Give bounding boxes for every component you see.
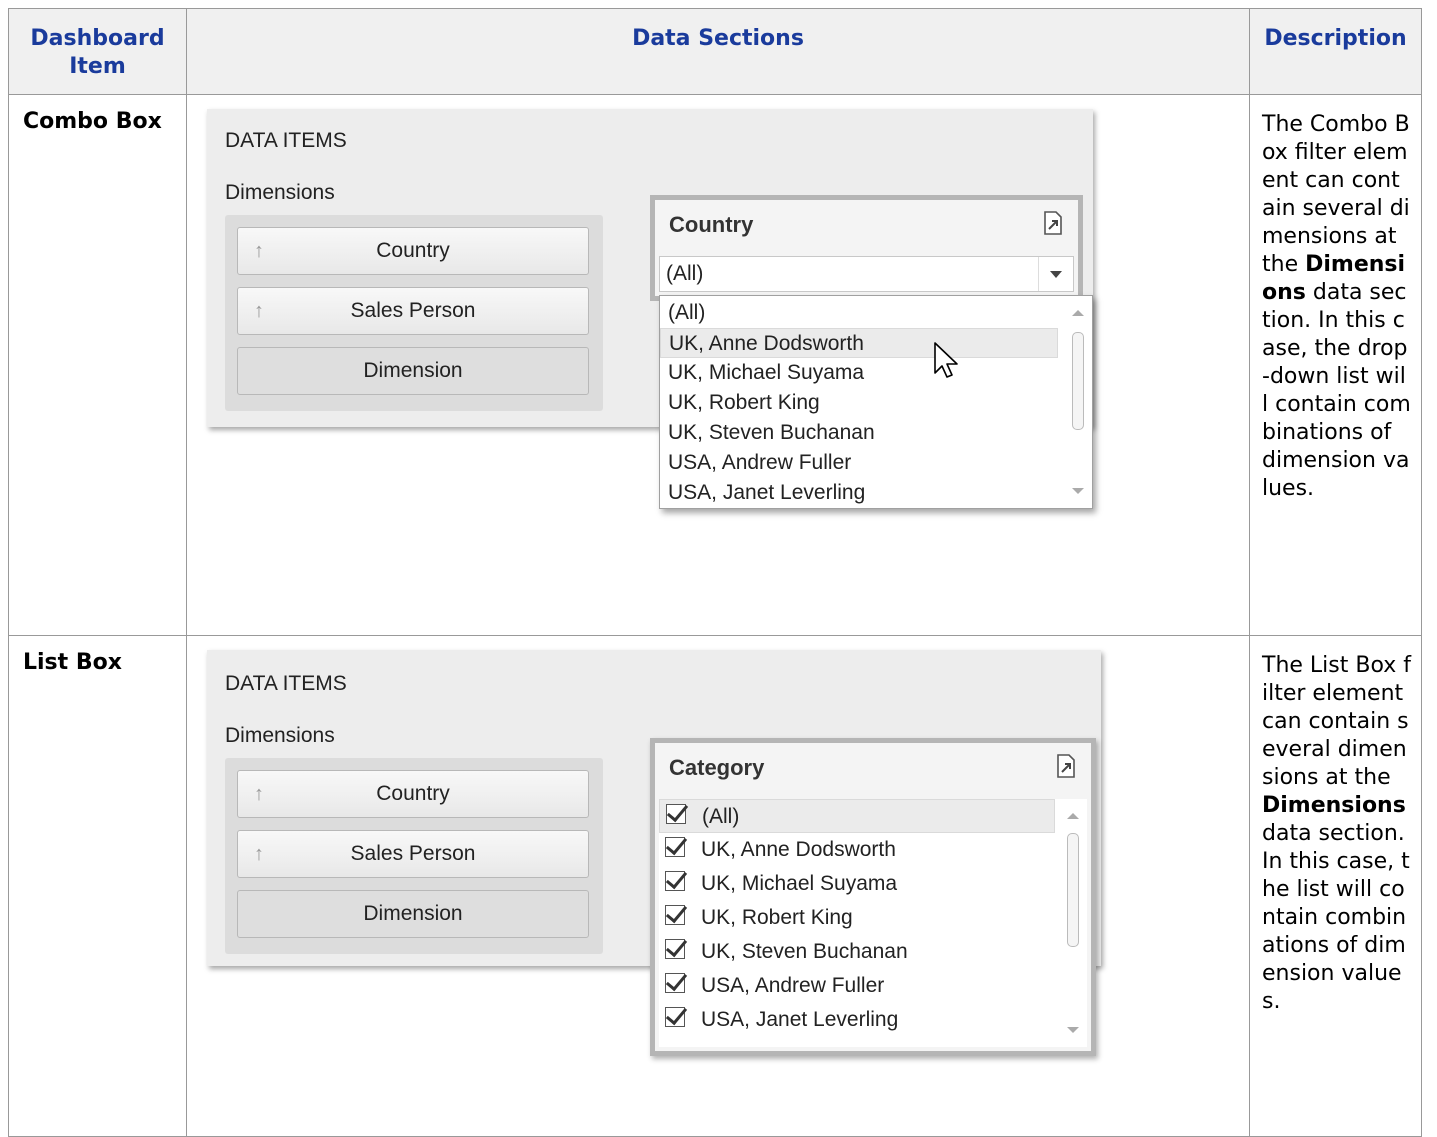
dropdown-item[interactable]: (All): [660, 298, 1060, 328]
list-item-label: UK, Michael Suyama: [701, 872, 898, 895]
filter-title: Category: [669, 755, 765, 780]
sort-ascending-icon[interactable]: ↑: [254, 771, 264, 817]
checkbox-checked-icon[interactable]: [665, 973, 685, 993]
dimension-placeholder-button[interactable]: Dimension: [237, 890, 589, 938]
list-item-checked[interactable]: UK, Steven Buchanan: [659, 935, 1055, 969]
scrollbar-thumb[interactable]: [1072, 332, 1084, 430]
description-text: data section. In this case, the list wil…: [1262, 821, 1410, 1014]
checkbox-checked-icon[interactable]: [665, 1007, 685, 1027]
list-item-label: UK, Robert King: [701, 906, 853, 929]
list-item-label: USA, Andrew Fuller: [701, 974, 885, 997]
dimension-label: Dimension: [363, 902, 463, 925]
combo-box-filter: Country (All): [650, 195, 1083, 301]
list-item-checked[interactable]: USA, Janet Leverling: [659, 1003, 1055, 1037]
description-cell: The List Box filter element can contain …: [1249, 635, 1422, 1137]
dimension-label: Dimension: [363, 359, 463, 382]
list-box-filter: Category (All) UK, Anne Dodsworth UK, Mi…: [650, 738, 1096, 1056]
item-name: Combo Box: [8, 94, 187, 636]
export-icon[interactable]: [1055, 753, 1077, 779]
scrollbar-thumb[interactable]: [1067, 833, 1079, 947]
dimension-label: Sales Person: [350, 299, 476, 322]
data-items-label: DATA ITEMS: [225, 672, 347, 695]
dimensions-label: Dimensions: [225, 724, 335, 747]
list-box-items: (All) UK, Anne Dodsworth UK, Michael Suy…: [659, 799, 1087, 1047]
dropdown-scrollbar[interactable]: [1064, 296, 1092, 508]
checkbox-checked-icon[interactable]: [665, 905, 685, 925]
dimensions-label: Dimensions: [225, 181, 335, 204]
dropdown-item[interactable]: USA, Janet Leverling: [660, 478, 1060, 508]
data-items-label: DATA ITEMS: [225, 129, 347, 152]
item-name: List Box: [8, 635, 187, 1137]
description-text: data section. In this case, the drop-dow…: [1262, 280, 1411, 501]
data-sections-cell: DATA ITEMS Dimensions ↑ Country ↑ Sales …: [186, 94, 1250, 636]
list-scrollbar[interactable]: [1059, 799, 1087, 1047]
documentation-table: Dashboard Item Data Sections Description…: [8, 8, 1422, 1137]
list-item-checked[interactable]: UK, Anne Dodsworth: [659, 833, 1055, 867]
sort-ascending-icon[interactable]: ↑: [254, 228, 264, 274]
list-item-label: UK, Steven Buchanan: [701, 940, 908, 963]
scroll-down-icon[interactable]: [1067, 1027, 1079, 1033]
chevron-down-icon[interactable]: [1038, 257, 1073, 291]
combo-selected-value: (All): [666, 262, 704, 285]
list-item-label: USA, Janet Leverling: [701, 1008, 899, 1031]
dropdown-item-hovered[interactable]: UK, Anne Dodsworth: [660, 328, 1058, 358]
list-item-checked[interactable]: UK, Michael Suyama: [659, 867, 1055, 901]
dimension-country-button[interactable]: ↑ Country: [237, 227, 589, 275]
dropdown-item[interactable]: UK, Steven Buchanan: [660, 418, 1060, 448]
export-icon[interactable]: [1042, 210, 1064, 236]
dropdown-item[interactable]: USA, Andrew Fuller: [660, 448, 1060, 478]
dimensions-section: ↑ Country ↑ Sales Person Dimension: [225, 215, 603, 411]
header-dashboard-item: Dashboard Item: [8, 8, 187, 95]
header-data-sections: Data Sections: [186, 8, 1250, 95]
header-description: Description: [1249, 8, 1422, 95]
mouse-cursor-icon: [934, 342, 958, 378]
dimension-placeholder-button[interactable]: Dimension: [237, 347, 589, 395]
dimension-sales-person-button[interactable]: ↑ Sales Person: [237, 830, 589, 878]
description-cell: The Combo Box filter element can contain…: [1249, 94, 1422, 636]
dimension-sales-person-button[interactable]: ↑ Sales Person: [237, 287, 589, 335]
list-item-checked[interactable]: (All): [659, 799, 1055, 833]
description-text: The List Box filter element can contain …: [1262, 653, 1411, 790]
dimension-label: Sales Person: [350, 842, 476, 865]
data-sections-cell: DATA ITEMS Dimensions ↑ Country ↑ Sales …: [186, 635, 1250, 1137]
checkbox-checked-icon[interactable]: [665, 939, 685, 959]
sort-ascending-icon[interactable]: ↑: [254, 831, 264, 877]
sort-ascending-icon[interactable]: ↑: [254, 288, 264, 334]
dropdown-item[interactable]: UK, Robert King: [660, 388, 1060, 418]
filter-title: Country: [669, 212, 754, 237]
screenshot-combo-box: DATA ITEMS Dimensions ↑ Country ↑ Sales …: [201, 109, 1121, 541]
screenshot-list-box: DATA ITEMS Dimensions ↑ Country ↑ Sales …: [201, 650, 1129, 1084]
table-row: Combo Box DATA ITEMS Dimensions ↑ Countr…: [8, 94, 1422, 636]
checkbox-checked-icon[interactable]: [665, 837, 685, 857]
list-item-label: (All): [702, 805, 740, 828]
dropdown-item[interactable]: UK, Michael Suyama: [660, 358, 1060, 388]
table-row: List Box DATA ITEMS Dimensions ↑ Country…: [8, 635, 1422, 1137]
list-item-checked[interactable]: USA, Andrew Fuller: [659, 969, 1055, 1003]
list-item-checked[interactable]: UK, Robert King: [659, 901, 1055, 935]
dimensions-section: ↑ Country ↑ Sales Person Dimension: [225, 758, 603, 954]
description-bold: Dimensions: [1262, 793, 1406, 818]
checkbox-checked-icon[interactable]: [665, 871, 685, 891]
dimension-label: Country: [376, 782, 450, 805]
combo-dropdown-list: (All) UK, Anne Dodsworth UK, Michael Suy…: [659, 295, 1093, 509]
scroll-down-icon[interactable]: [1072, 488, 1084, 494]
scroll-up-icon[interactable]: [1072, 310, 1084, 316]
combo-box-input[interactable]: (All): [659, 256, 1074, 292]
scroll-up-icon[interactable]: [1067, 813, 1079, 819]
checkbox-checked-icon[interactable]: [666, 804, 686, 824]
dimension-label: Country: [376, 239, 450, 262]
list-item-label: UK, Anne Dodsworth: [701, 838, 896, 861]
dimension-country-button[interactable]: ↑ Country: [237, 770, 589, 818]
